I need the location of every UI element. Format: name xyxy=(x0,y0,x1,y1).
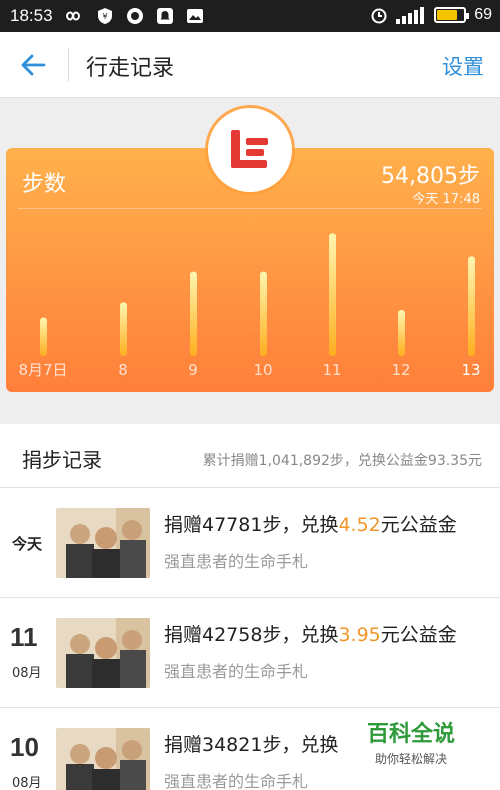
record-day: 11 xyxy=(10,622,38,652)
record-day: 10 xyxy=(10,732,39,762)
record-date: 今天 xyxy=(12,535,43,553)
project-name: 强直患者的生命手札 xyxy=(164,552,309,571)
chart-bar xyxy=(260,271,267,356)
chart-bar xyxy=(329,233,336,356)
record-description: 捐赠42758步，兑换3.95元公益金 xyxy=(164,620,457,647)
steps-label: 步数 xyxy=(22,172,67,197)
record-description: 捐赠34821步，兑换 xyxy=(164,730,338,757)
chart-bar xyxy=(190,271,197,356)
record-row[interactable]: 11 08月 捐赠42758步，兑换3.95元公益金 强直患者的生命手札 xyxy=(0,598,500,708)
back-arrow-icon[interactable] xyxy=(18,50,48,80)
settings-button[interactable]: 设置 xyxy=(442,51,484,81)
record-row[interactable]: 今天 捐赠47781步，兑换4.52元公益金 强直患者的生命手札 xyxy=(0,488,500,598)
alarm-icon xyxy=(371,8,387,24)
nav-divider xyxy=(68,48,69,82)
project-name: 强直患者的生命手札 xyxy=(164,662,309,681)
chart-bar xyxy=(468,256,475,356)
shield-icon: ¥ xyxy=(98,8,112,24)
watermark-title: 百科全说 xyxy=(366,722,455,747)
record-amount: 3.95 xyxy=(338,624,381,646)
photo-icon xyxy=(56,728,150,790)
total-steps: 54,805步 xyxy=(381,164,480,189)
nav-bar: 行走记录 设置 xyxy=(0,32,500,98)
watermark-subtitle: 助你轻松解决 xyxy=(374,752,447,766)
record-suffix: 元公益金 xyxy=(380,514,457,536)
chart-x-tick-label: 13 xyxy=(461,361,480,379)
project-thumbnail xyxy=(56,728,150,790)
svg-text:¥: ¥ xyxy=(102,12,107,21)
records-summary: 累计捐赠1,041,892步，兑换公益金93.35元 xyxy=(202,453,482,469)
chart-x-tick-label: 9 xyxy=(188,361,198,379)
chart-x-tick-label: 11 xyxy=(322,361,341,379)
record-amount: 4.52 xyxy=(338,514,381,536)
chart-bar xyxy=(40,317,47,356)
chart-bar xyxy=(398,310,405,356)
battery-icon xyxy=(434,7,470,23)
signal-icon xyxy=(396,7,425,24)
chart-x-tick-label: 10 xyxy=(253,361,272,379)
record-description: 捐赠47781步，兑换4.52元公益金 xyxy=(164,510,457,537)
record-month: 08月 xyxy=(12,776,42,790)
photo-icon xyxy=(56,508,150,578)
browser-icon xyxy=(127,8,143,24)
record-month: 08月 xyxy=(12,666,42,681)
record-prefix: 捐赠42758步，兑换 xyxy=(164,624,339,646)
chart-x-tick-label: 12 xyxy=(391,361,410,379)
letv-logo-icon xyxy=(231,130,268,168)
record-prefix: 捐赠34821步，兑换 xyxy=(164,734,339,756)
records-title: 捐步记录 xyxy=(22,448,102,472)
project-thumbnail xyxy=(56,618,150,688)
status-system-icons: 69 xyxy=(370,6,492,24)
status-bar: 18:53 ¥ 69 xyxy=(0,0,500,32)
battery-level: 69 xyxy=(474,6,492,23)
page-title: 行走记录 xyxy=(86,56,175,81)
daily-steps-chart: 8月7日 8 9 10 11 12 13 xyxy=(18,233,481,379)
watermark-badge: 百科全说 助你轻松解决 xyxy=(352,712,470,774)
records-header: 捐步记录 累计捐赠1,041,892步，兑换公益金93.35元 xyxy=(0,424,500,488)
project-thumbnail xyxy=(56,508,150,578)
record-prefix: 捐赠47781步，兑换 xyxy=(164,514,339,536)
photo-icon xyxy=(56,618,150,688)
record-suffix: 元公益金 xyxy=(380,624,457,646)
infinity-icon xyxy=(65,11,81,21)
status-time: 18:53 xyxy=(10,6,53,25)
chart-x-tick-label: 8月7日 xyxy=(18,361,67,379)
chart-x-tick-label: 8 xyxy=(118,361,128,379)
project-name: 强直患者的生命手札 xyxy=(164,772,309,790)
image-icon xyxy=(187,9,203,23)
bell-icon xyxy=(157,8,173,24)
chart-bar xyxy=(120,302,127,356)
status-notification-icons: ¥ xyxy=(62,7,204,25)
steps-updated-time: 今天 17:48 xyxy=(412,192,480,207)
app-logo xyxy=(208,108,292,192)
